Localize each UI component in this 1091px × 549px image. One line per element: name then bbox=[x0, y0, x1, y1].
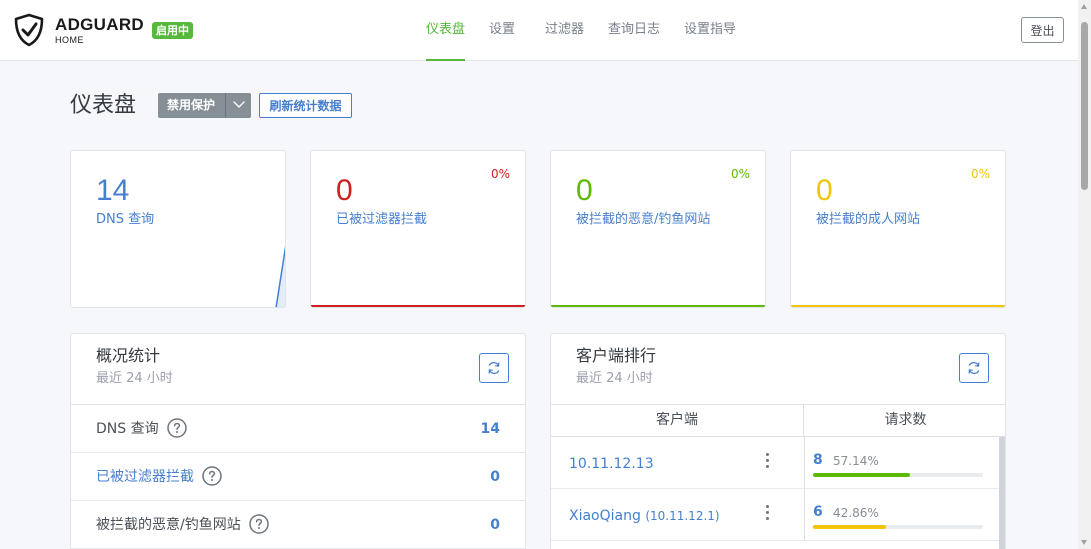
dns-queries-label: DNS 查询 bbox=[96, 212, 155, 227]
client-request-percent: 57.14% bbox=[833, 454, 879, 468]
overview-row-value: 0 bbox=[490, 517, 500, 533]
client-progress-bar bbox=[813, 473, 983, 477]
brand: ADGUARD HOME bbox=[55, 16, 144, 46]
client-request-count: 6 bbox=[813, 504, 823, 520]
client-request-percent: 42.86% bbox=[833, 506, 879, 520]
client-name-link[interactable]: 10.11.12.13 bbox=[569, 455, 654, 473]
refresh-icon bbox=[488, 362, 500, 374]
top-clients-title: 客户端排行 bbox=[576, 346, 657, 365]
malware-phishing-card: 0 被拦截的恶意/钓鱼网站 0% bbox=[550, 150, 766, 308]
overview-row-value: 0 bbox=[490, 469, 500, 485]
overview-row-value: 14 bbox=[480, 421, 500, 437]
client-row: 10.11.12.13 8 57.14% bbox=[551, 437, 999, 489]
brand-subtitle: HOME bbox=[55, 35, 84, 45]
page-title: 仪表盘 bbox=[70, 93, 137, 118]
blocked-by-filters-line bbox=[311, 305, 525, 307]
adult-sites-value: 0 bbox=[816, 174, 833, 207]
dns-queries-value: 14 bbox=[96, 174, 130, 207]
scroll-down-arrow-icon[interactable] bbox=[1081, 540, 1087, 545]
client-name[interactable]: XiaoQiang bbox=[569, 508, 641, 524]
top-header: ADGUARD HOME 启用中 仪表盘 设置 过滤器 查询日志 设置指导 登出 bbox=[0, 0, 1078, 61]
column-divider bbox=[804, 489, 805, 541]
refresh-statistics-button[interactable]: 刷新统计数据 bbox=[259, 93, 352, 118]
logout-button[interactable]: 登出 bbox=[1021, 17, 1064, 43]
more-options-icon[interactable] bbox=[761, 503, 773, 525]
disable-protection-label: 禁用保护 bbox=[167, 98, 216, 112]
protection-status-badge: 启用中 bbox=[152, 22, 193, 39]
blocked-by-filters-label: 已被过滤器拦截 bbox=[336, 212, 428, 227]
blocked-by-filters-value: 0 bbox=[336, 174, 353, 207]
column-header-client[interactable]: 客户端 bbox=[551, 404, 804, 437]
brand-name: ADGUARD bbox=[55, 15, 144, 34]
client-name[interactable]: 10.11.12.13 bbox=[569, 456, 654, 472]
overview-row-label-text: 被拦截的恶意/钓鱼网站 bbox=[96, 517, 241, 533]
client-ip[interactable]: (10.11.12.1) bbox=[645, 509, 719, 523]
adult-sites-percent: 0% bbox=[970, 167, 990, 181]
help-question-icon[interactable] bbox=[248, 513, 269, 534]
column-divider bbox=[804, 437, 805, 489]
blocked-by-filters-percent: 0% bbox=[490, 167, 510, 181]
client-request-count: 8 bbox=[813, 452, 823, 468]
overview-title: 概况统计 bbox=[96, 346, 161, 365]
table-scrollbar[interactable] bbox=[999, 437, 1005, 549]
dns-queries-card: 14 DNS 查询 bbox=[70, 150, 286, 308]
client-progress-bar bbox=[813, 525, 983, 529]
overview-refresh-button[interactable] bbox=[479, 353, 509, 383]
top-clients-refresh-button[interactable] bbox=[959, 353, 989, 383]
overview-stats-panel: 概况统计 最近 24 小时 DNS 查询 14 已被过滤器拦截 0 被拦截的恶意… bbox=[70, 333, 526, 549]
adult-sites-label: 被拦截的成人网站 bbox=[816, 212, 921, 227]
client-name-link[interactable]: XiaoQiang (10.11.12.1) bbox=[569, 507, 720, 525]
malware-phishing-line bbox=[551, 305, 765, 307]
split-divider bbox=[225, 93, 226, 118]
nav-filters[interactable]: 过滤器 bbox=[545, 22, 584, 38]
overview-row-label: 被拦截的恶意/钓鱼网站 bbox=[96, 513, 269, 534]
page-scrollbar[interactable] bbox=[1078, 0, 1091, 549]
help-question-icon[interactable] bbox=[166, 417, 187, 438]
malware-phishing-value: 0 bbox=[576, 174, 593, 207]
top-clients-subtitle: 最近 24 小时 bbox=[576, 371, 653, 386]
scroll-up-arrow-icon[interactable] bbox=[1081, 4, 1087, 9]
chevron-down-icon[interactable] bbox=[231, 96, 247, 112]
overview-row-label[interactable]: 已被过滤器拦截 bbox=[96, 465, 222, 486]
clients-table-header: 客户端 请求数 bbox=[551, 404, 1005, 437]
adult-sites-card: 0 被拦截的成人网站 0% bbox=[790, 150, 1006, 308]
overview-row-malware-phishing: 被拦截的恶意/钓鱼网站 0 bbox=[71, 501, 525, 549]
column-header-requests[interactable]: 请求数 bbox=[804, 404, 1005, 437]
overview-row-label-text[interactable]: 已被过滤器拦截 bbox=[96, 469, 194, 485]
disable-protection-button[interactable]: 禁用保护 bbox=[158, 93, 251, 118]
overview-subtitle: 最近 24 小时 bbox=[96, 371, 173, 386]
nav-active-indicator bbox=[426, 59, 465, 61]
adguard-shield-logo-icon[interactable] bbox=[12, 13, 46, 47]
more-options-icon[interactable] bbox=[761, 451, 773, 473]
malware-phishing-label: 被拦截的恶意/钓鱼网站 bbox=[576, 212, 711, 227]
overview-row-blocked-by-filters[interactable]: 已被过滤器拦截 0 bbox=[71, 453, 525, 501]
scrollbar-thumb[interactable] bbox=[1081, 22, 1088, 190]
top-clients-panel: 客户端排行 最近 24 小时 客户端 请求数 10.11.12.13 8 57.… bbox=[550, 333, 1006, 549]
nav-settings[interactable]: 设置 bbox=[489, 22, 515, 38]
client-row: XiaoQiang (10.11.12.1) 6 42.86% bbox=[551, 489, 999, 541]
nav-setup-guide[interactable]: 设置指导 bbox=[684, 22, 736, 38]
adult-sites-line bbox=[791, 305, 1005, 307]
nav-dashboard[interactable]: 仪表盘 bbox=[426, 22, 465, 38]
client-progress-fill bbox=[813, 525, 886, 529]
nav-query-log[interactable]: 查询日志 bbox=[608, 22, 660, 38]
overview-row-label-text: DNS 查询 bbox=[96, 421, 159, 437]
refresh-icon bbox=[968, 362, 980, 374]
blocked-by-filters-card: 0 已被过滤器拦截 0% bbox=[310, 150, 526, 308]
help-question-icon[interactable] bbox=[202, 465, 222, 486]
overview-row-label: DNS 查询 bbox=[96, 417, 187, 438]
client-progress-fill bbox=[813, 473, 911, 477]
overview-row-dns-queries: DNS 查询 14 bbox=[71, 405, 525, 453]
malware-phishing-percent: 0% bbox=[730, 167, 750, 181]
